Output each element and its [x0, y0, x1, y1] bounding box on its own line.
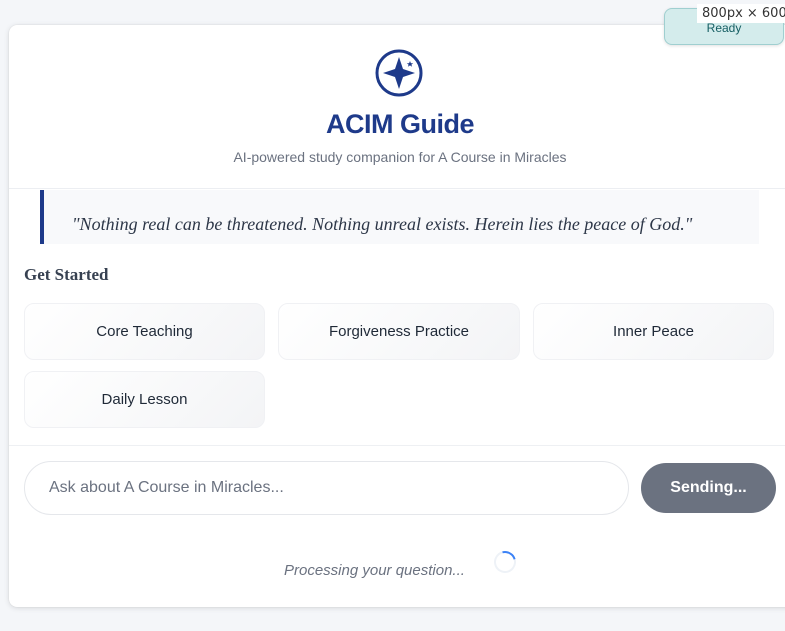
topic-inner-peace-button[interactable]: Inner Peace [533, 303, 774, 360]
processing-status: Processing your question... [284, 562, 465, 579]
send-button[interactable]: Sending... [641, 463, 776, 513]
daily-quote: "Nothing real can be threatened. Nothing… [40, 190, 759, 244]
quote-text: "Nothing real can be threatened. Nothing… [72, 214, 693, 234]
app-header: ACIM Guide AI-powered study companion fo… [9, 25, 785, 189]
get-started-heading: Get Started [24, 265, 109, 284]
question-input[interactable] [24, 461, 629, 515]
viewport-size-label: 800px × 600px [697, 4, 785, 23]
app-subtitle: AI-powered study companion for A Course … [233, 149, 567, 165]
topic-forgiveness-practice-button[interactable]: Forgiveness Practice [278, 303, 520, 360]
main-card: ACIM Guide AI-powered study companion fo… [9, 25, 785, 607]
app-title: ACIM Guide [326, 109, 475, 139]
topic-daily-lesson-button[interactable]: Daily Lesson [24, 371, 265, 428]
input-divider [9, 445, 785, 446]
topic-core-teaching-button[interactable]: Core Teaching [24, 303, 265, 360]
compass-star-icon [375, 49, 423, 97]
loading-spinner-icon [489, 546, 521, 578]
